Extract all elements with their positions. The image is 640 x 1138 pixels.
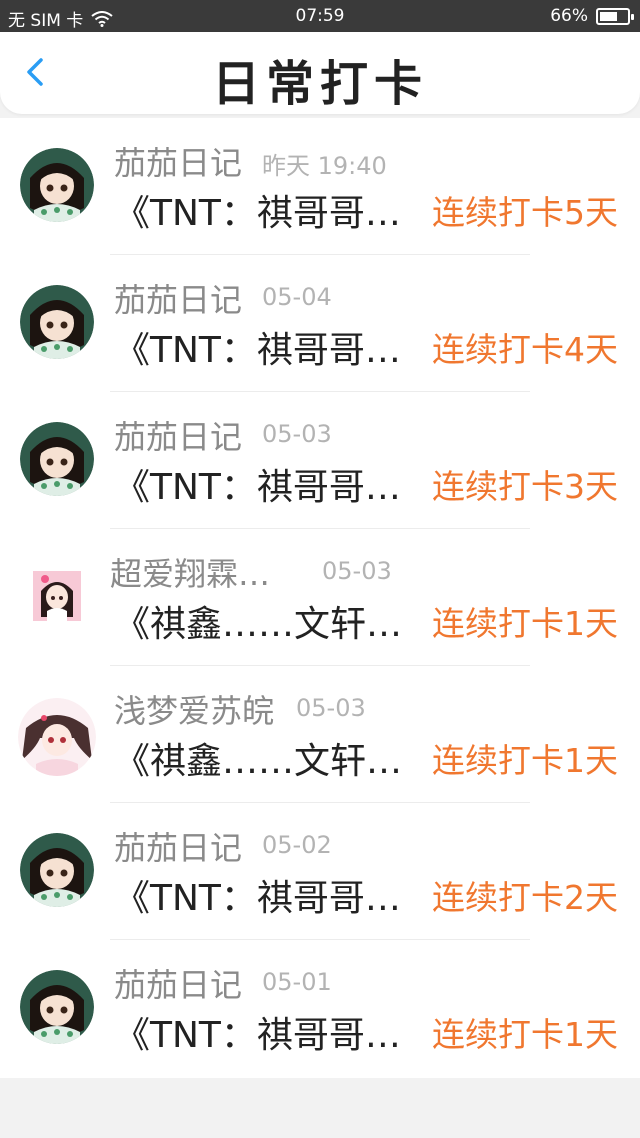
post-time: 05-01	[262, 968, 332, 996]
post-time: 05-03	[262, 420, 332, 448]
battery-icon	[596, 7, 634, 25]
header: 日常打卡	[0, 32, 640, 114]
streak-badge: 连续打卡1天	[432, 1015, 618, 1054]
user-name: 茄茄日记	[114, 966, 243, 1004]
post-title: 《TNT：祺哥哥…	[114, 467, 401, 508]
avatar	[20, 970, 94, 1044]
list-item[interactable]: 茄茄日记 05-02 《TNT：祺哥哥… 连续打卡2天	[0, 803, 640, 940]
avatar	[20, 833, 94, 907]
list-item[interactable]: 浅梦爱苏皖 05-03 《祺鑫……文轩… 连续打卡1天	[0, 666, 640, 803]
post-time: 05-02	[262, 831, 332, 859]
post-time: 05-04	[262, 283, 332, 311]
user-name: 超爱翔霖…	[110, 555, 271, 593]
streak-badge: 连续打卡1天	[432, 604, 618, 643]
list-item[interactable]: 茄茄日记 昨天 19:40 《TNT：祺哥哥… 连续打卡5天	[0, 118, 640, 255]
status-bar: 无 SIM 卡 07:59 66%	[0, 0, 640, 32]
list-item[interactable]: 超爱翔霖… 05-03 《祺鑫……文轩… 连续打卡1天	[0, 529, 640, 666]
battery-percent: 66%	[550, 6, 588, 26]
battery-fill	[600, 11, 618, 21]
avatar	[33, 571, 81, 621]
streak-badge: 连续打卡5天	[432, 193, 618, 232]
avatar	[18, 698, 96, 776]
list-item[interactable]: 茄茄日记 05-03 《TNT：祺哥哥… 连续打卡3天	[0, 392, 640, 529]
page-title: 日常打卡	[211, 56, 428, 112]
status-right: 66%	[550, 6, 634, 26]
post-time: 05-03	[296, 694, 366, 722]
streak-badge: 连续打卡1天	[432, 741, 618, 780]
streak-badge: 连续打卡4天	[432, 330, 618, 369]
avatar	[20, 422, 94, 496]
user-name: 茄茄日记	[114, 829, 243, 867]
post-title: 《TNT：祺哥哥…	[114, 330, 401, 371]
streak-badge: 连续打卡2天	[432, 878, 618, 917]
user-name: 茄茄日记	[114, 418, 243, 456]
streak-badge: 连续打卡3天	[432, 467, 618, 506]
list-item[interactable]: 茄茄日记 05-04 《TNT：祺哥哥… 连续打卡4天	[0, 255, 640, 392]
post-title: 《TNT：祺哥哥…	[114, 1015, 401, 1056]
user-name: 茄茄日记	[114, 144, 243, 182]
post-time: 昨天 19:40	[262, 152, 387, 180]
user-name: 茄茄日记	[114, 281, 243, 319]
user-name: 浅梦爱苏皖	[114, 692, 275, 730]
avatar	[20, 148, 94, 222]
status-time: 07:59	[295, 6, 345, 26]
list-item[interactable]: 茄茄日记 05-01 《TNT：祺哥哥… 连续打卡1天	[0, 940, 640, 1077]
post-title: 《TNT：祺哥哥…	[114, 878, 401, 919]
post-title: 《祺鑫……文轩…	[114, 604, 403, 645]
checkin-list: 茄茄日记 昨天 19:40 《TNT：祺哥哥… 连续打卡5天 茄茄日记 05-0…	[0, 118, 640, 1078]
post-title: 《TNT：祺哥哥…	[114, 193, 401, 234]
post-time: 05-03	[322, 557, 392, 585]
avatar	[20, 285, 94, 359]
post-title: 《祺鑫……文轩…	[114, 741, 403, 782]
